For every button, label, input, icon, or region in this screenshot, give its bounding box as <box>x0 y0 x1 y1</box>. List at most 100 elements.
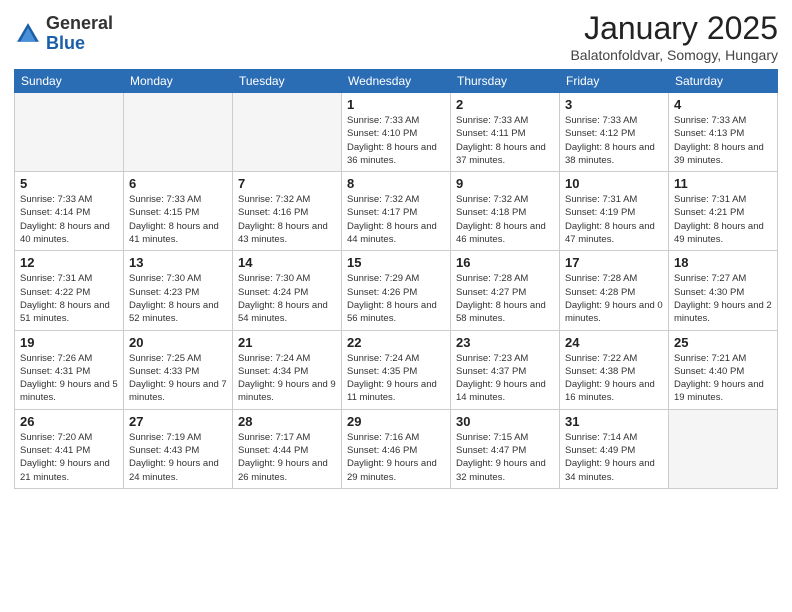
day-info: Sunrise: 7:31 AM Sunset: 4:19 PM Dayligh… <box>565 193 663 246</box>
day-info: Sunrise: 7:29 AM Sunset: 4:26 PM Dayligh… <box>347 272 445 325</box>
day-number: 22 <box>347 335 445 350</box>
calendar: SundayMondayTuesdayWednesdayThursdayFrid… <box>14 69 778 489</box>
calendar-cell: 9Sunrise: 7:32 AM Sunset: 4:18 PM Daylig… <box>451 172 560 251</box>
day-number: 24 <box>565 335 663 350</box>
page-container: General Blue January 2025 Balatonfoldvar… <box>0 0 792 612</box>
day-number: 25 <box>674 335 772 350</box>
day-info: Sunrise: 7:33 AM Sunset: 4:14 PM Dayligh… <box>20 193 118 246</box>
calendar-cell <box>669 409 778 488</box>
day-info: Sunrise: 7:22 AM Sunset: 4:38 PM Dayligh… <box>565 352 663 405</box>
day-number: 4 <box>674 97 772 112</box>
day-number: 21 <box>238 335 336 350</box>
logo-icon <box>14 20 42 48</box>
weekday-friday: Friday <box>560 70 669 93</box>
day-number: 14 <box>238 255 336 270</box>
calendar-cell: 17Sunrise: 7:28 AM Sunset: 4:28 PM Dayli… <box>560 251 669 330</box>
day-info: Sunrise: 7:32 AM Sunset: 4:18 PM Dayligh… <box>456 193 554 246</box>
day-info: Sunrise: 7:26 AM Sunset: 4:31 PM Dayligh… <box>20 352 118 405</box>
calendar-cell: 23 Sunrise: 7:23 AM Sunset: 4:37 PM Dayli… <box>451 330 560 409</box>
calendar-cell: 29 Sunrise: 7:16 AM Sunset: 4:46 PM Dayli… <box>342 409 451 488</box>
day-number: 11 <box>674 176 772 191</box>
calendar-cell: 31 Sunrise: 7:14 AM Sunset: 4:49 PM Dayli… <box>560 409 669 488</box>
day-number: 31 <box>565 414 663 429</box>
calendar-cell <box>233 93 342 172</box>
day-info: Sunrise: 7:27 AM Sunset: 4:30 PM Dayligh… <box>674 272 772 325</box>
day-number: 30 <box>456 414 554 429</box>
day-number: 1 <box>347 97 445 112</box>
calendar-body: 1 Sunrise: 7:33 AM Sunset: 4:10 PM Daylig… <box>15 93 778 489</box>
title-section: January 2025 Balatonfoldvar, Somogy, Hun… <box>570 10 778 63</box>
logo: General Blue <box>14 14 113 54</box>
calendar-cell: 12 Sunrise: 7:31 AM Sunset: 4:22 PM Dayli… <box>15 251 124 330</box>
day-info: Sunrise: 7:24 AM Sunset: 4:34 PM Dayligh… <box>238 352 336 405</box>
calendar-cell: 19Sunrise: 7:26 AM Sunset: 4:31 PM Dayli… <box>15 330 124 409</box>
day-info: Sunrise: 7:31 AM Sunset: 4:22 PM Dayligh… <box>20 272 118 325</box>
location: Balatonfoldvar, Somogy, Hungary <box>570 47 778 63</box>
day-info: Sunrise: 7:16 AM Sunset: 4:46 PM Dayligh… <box>347 431 445 484</box>
calendar-cell: 25 Sunrise: 7:21 AM Sunset: 4:40 PM Dayli… <box>669 330 778 409</box>
day-info: Sunrise: 7:24 AM Sunset: 4:35 PM Dayligh… <box>347 352 445 405</box>
day-info: Sunrise: 7:33 AM Sunset: 4:15 PM Dayligh… <box>129 193 227 246</box>
day-info: Sunrise: 7:23 AM Sunset: 4:37 PM Dayligh… <box>456 352 554 405</box>
day-number: 5 <box>20 176 118 191</box>
day-number: 28 <box>238 414 336 429</box>
calendar-cell: 28 Sunrise: 7:17 AM Sunset: 4:44 PM Dayli… <box>233 409 342 488</box>
calendar-cell: 5 Sunrise: 7:33 AM Sunset: 4:14 PM Daylig… <box>15 172 124 251</box>
week-row-3: 12 Sunrise: 7:31 AM Sunset: 4:22 PM Dayli… <box>15 251 778 330</box>
calendar-cell: 8 Sunrise: 7:32 AM Sunset: 4:17 PM Daylig… <box>342 172 451 251</box>
day-number: 23 <box>456 335 554 350</box>
calendar-cell: 7 Sunrise: 7:32 AM Sunset: 4:16 PM Daylig… <box>233 172 342 251</box>
weekday-header-row: SundayMondayTuesdayWednesdayThursdayFrid… <box>15 70 778 93</box>
calendar-cell: 15 Sunrise: 7:29 AM Sunset: 4:26 PM Dayli… <box>342 251 451 330</box>
day-info: Sunrise: 7:17 AM Sunset: 4:44 PM Dayligh… <box>238 431 336 484</box>
calendar-cell: 2 Sunrise: 7:33 AM Sunset: 4:11 PM Daylig… <box>451 93 560 172</box>
calendar-cell: 30 Sunrise: 7:15 AM Sunset: 4:47 PM Dayli… <box>451 409 560 488</box>
day-number: 12 <box>20 255 118 270</box>
day-number: 27 <box>129 414 227 429</box>
day-number: 2 <box>456 97 554 112</box>
day-info: Sunrise: 7:14 AM Sunset: 4:49 PM Dayligh… <box>565 431 663 484</box>
day-number: 6 <box>129 176 227 191</box>
calendar-cell: 22 Sunrise: 7:24 AM Sunset: 4:35 PM Dayli… <box>342 330 451 409</box>
day-info: Sunrise: 7:15 AM Sunset: 4:47 PM Dayligh… <box>456 431 554 484</box>
calendar-cell: 20Sunrise: 7:25 AM Sunset: 4:33 PM Dayli… <box>124 330 233 409</box>
weekday-thursday: Thursday <box>451 70 560 93</box>
calendar-cell: 16Sunrise: 7:28 AM Sunset: 4:27 PM Dayli… <box>451 251 560 330</box>
calendar-cell: 11 Sunrise: 7:31 AM Sunset: 4:21 PM Dayli… <box>669 172 778 251</box>
calendar-cell: 3Sunrise: 7:33 AM Sunset: 4:12 PM Daylig… <box>560 93 669 172</box>
day-number: 29 <box>347 414 445 429</box>
day-number: 10 <box>565 176 663 191</box>
day-number: 18 <box>674 255 772 270</box>
day-info: Sunrise: 7:33 AM Sunset: 4:11 PM Dayligh… <box>456 114 554 167</box>
day-number: 15 <box>347 255 445 270</box>
day-number: 20 <box>129 335 227 350</box>
day-info: Sunrise: 7:30 AM Sunset: 4:24 PM Dayligh… <box>238 272 336 325</box>
day-info: Sunrise: 7:33 AM Sunset: 4:10 PM Dayligh… <box>347 114 445 167</box>
calendar-cell: 6 Sunrise: 7:33 AM Sunset: 4:15 PM Daylig… <box>124 172 233 251</box>
day-number: 8 <box>347 176 445 191</box>
calendar-cell: 27Sunrise: 7:19 AM Sunset: 4:43 PM Dayli… <box>124 409 233 488</box>
day-info: Sunrise: 7:31 AM Sunset: 4:21 PM Dayligh… <box>674 193 772 246</box>
calendar-cell: 1 Sunrise: 7:33 AM Sunset: 4:10 PM Daylig… <box>342 93 451 172</box>
calendar-cell: 24 Sunrise: 7:22 AM Sunset: 4:38 PM Dayli… <box>560 330 669 409</box>
calendar-cell <box>15 93 124 172</box>
calendar-header: SundayMondayTuesdayWednesdayThursdayFrid… <box>15 70 778 93</box>
day-number: 26 <box>20 414 118 429</box>
week-row-5: 26Sunrise: 7:20 AM Sunset: 4:41 PM Dayli… <box>15 409 778 488</box>
day-number: 16 <box>456 255 554 270</box>
header: General Blue January 2025 Balatonfoldvar… <box>14 10 778 63</box>
day-info: Sunrise: 7:32 AM Sunset: 4:16 PM Dayligh… <box>238 193 336 246</box>
week-row-1: 1 Sunrise: 7:33 AM Sunset: 4:10 PM Daylig… <box>15 93 778 172</box>
day-info: Sunrise: 7:33 AM Sunset: 4:13 PM Dayligh… <box>674 114 772 167</box>
day-number: 7 <box>238 176 336 191</box>
day-info: Sunrise: 7:21 AM Sunset: 4:40 PM Dayligh… <box>674 352 772 405</box>
calendar-cell: 14 Sunrise: 7:30 AM Sunset: 4:24 PM Dayli… <box>233 251 342 330</box>
calendar-cell: 10 Sunrise: 7:31 AM Sunset: 4:19 PM Dayli… <box>560 172 669 251</box>
weekday-monday: Monday <box>124 70 233 93</box>
weekday-wednesday: Wednesday <box>342 70 451 93</box>
day-number: 13 <box>129 255 227 270</box>
day-number: 17 <box>565 255 663 270</box>
day-info: Sunrise: 7:32 AM Sunset: 4:17 PM Dayligh… <box>347 193 445 246</box>
week-row-4: 19Sunrise: 7:26 AM Sunset: 4:31 PM Dayli… <box>15 330 778 409</box>
weekday-tuesday: Tuesday <box>233 70 342 93</box>
